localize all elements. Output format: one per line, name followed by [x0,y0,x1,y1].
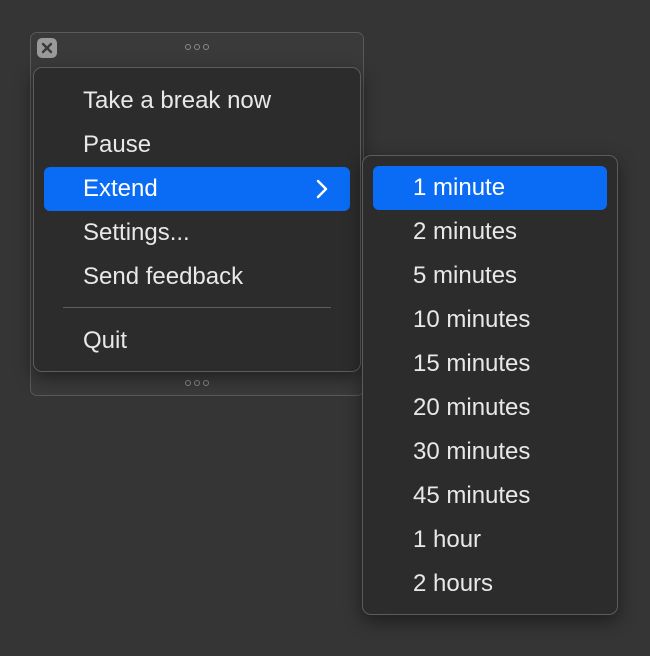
menu-item-take-a-break-now[interactable]: Take a break now [44,79,350,123]
menu-item-label: Send feedback [83,263,244,290]
three-dots-grip-icon[interactable] [185,380,209,386]
menu-item-label: Extend [83,175,158,202]
submenu-item-label: 5 minutes [413,262,518,289]
submenu-item-label: 15 minutes [413,350,531,377]
submenu-item-15-minutes[interactable]: 15 minutes [373,342,607,386]
menu-item-send-feedback[interactable]: Send feedback [44,255,350,299]
submenu-item-2-minutes[interactable]: 2 minutes [373,210,607,254]
submenu-item-label: 20 minutes [413,394,531,421]
menu-item-extend[interactable]: Extend [44,167,350,211]
menu-item-pause[interactable]: Pause [44,123,350,167]
submenu-item-30-minutes[interactable]: 30 minutes [373,430,607,474]
three-dots-grip-icon[interactable] [185,44,209,50]
window-bottom-strip[interactable] [31,371,363,395]
x-icon [41,42,53,54]
submenu-item-label: 1 hour [413,526,482,553]
extend-submenu: 1 minute 2 minutes 5 minutes 10 minutes … [362,155,618,615]
menu-separator [63,307,331,308]
submenu-item-label: 30 minutes [413,438,531,465]
menu-item-quit[interactable]: Quit [44,319,350,363]
submenu-item-1-minute[interactable]: 1 minute [373,166,607,210]
chevron-right-icon [316,179,328,199]
submenu-item-label: 10 minutes [413,306,531,333]
menu-item-label: Take a break now [83,87,272,114]
submenu-item-label: 2 minutes [413,218,518,245]
submenu-item-label: 45 minutes [413,482,531,509]
menu-item-label: Pause [83,131,152,158]
submenu-item-20-minutes[interactable]: 20 minutes [373,386,607,430]
submenu-item-label: 2 hours [413,570,494,597]
submenu-item-5-minutes[interactable]: 5 minutes [373,254,607,298]
submenu-item-1-hour[interactable]: 1 hour [373,518,607,562]
context-menu: Take a break now Pause Extend Settings..… [33,67,361,372]
window-title-strip[interactable] [31,33,363,61]
submenu-item-label: 1 minute [413,174,506,201]
close-button[interactable] [37,38,57,58]
submenu-item-2-hours[interactable]: 2 hours [373,562,607,606]
submenu-item-45-minutes[interactable]: 45 minutes [373,474,607,518]
menu-item-label: Settings... [83,219,190,246]
menu-item-label: Quit [83,327,128,354]
submenu-item-10-minutes[interactable]: 10 minutes [373,298,607,342]
menu-item-settings[interactable]: Settings... [44,211,350,255]
